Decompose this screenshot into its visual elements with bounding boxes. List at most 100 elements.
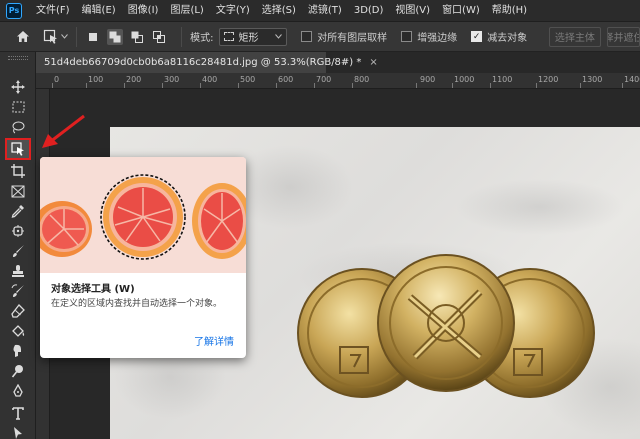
brush-tool[interactable] xyxy=(7,242,29,260)
ruler-label: 800 xyxy=(354,75,370,84)
document-tab[interactable]: 51d4deb66709d0cb0b6a8116c28481d.jpg @ 53… xyxy=(36,52,378,73)
tool-preset-picker[interactable] xyxy=(43,26,69,48)
home-button[interactable] xyxy=(12,25,33,49)
history-brush-tool[interactable] xyxy=(7,282,29,300)
checkbox-box xyxy=(301,31,313,42)
pen-tool[interactable] xyxy=(7,382,29,400)
frame-icon xyxy=(11,185,25,197)
object-selection-tool[interactable] xyxy=(5,138,31,160)
sample-all-layers-checkbox[interactable]: 对所有图层取样 xyxy=(301,29,387,44)
lasso-tool[interactable] xyxy=(7,118,29,136)
subtract-from-selection-button[interactable] xyxy=(129,29,145,45)
menu-view[interactable]: 视图(V) xyxy=(389,0,436,22)
path-selection-tool[interactable] xyxy=(7,424,29,439)
eyedropper-tool[interactable] xyxy=(7,202,29,220)
brush-icon xyxy=(13,245,24,257)
select-and-mask-button[interactable]: 选择并遮住... xyxy=(606,26,640,47)
menu-edit[interactable]: 编辑(E) xyxy=(76,0,122,22)
eraser-icon xyxy=(11,304,25,318)
tooltip-description: 在定义的区域内查找并自动选择一个对象。 xyxy=(51,299,223,309)
close-icon[interactable]: × xyxy=(369,57,377,68)
history-brush-icon xyxy=(11,284,24,297)
document-tab-bar: 51d4deb66709d0cb0b6a8116c28481d.jpg @ 53… xyxy=(36,52,640,73)
crop-tool[interactable] xyxy=(7,162,29,180)
paint-bucket-tool[interactable] xyxy=(7,322,29,340)
photoshop-window: Ps 文件(F) 编辑(E) 图像(I) 图层(L) 文字(Y) 选择(S) 滤… xyxy=(0,0,640,439)
menu-select[interactable]: 选择(S) xyxy=(256,0,302,22)
clone-stamp-tool[interactable] xyxy=(7,262,29,280)
mode-label: 模式: xyxy=(190,33,214,44)
ruler-label: 1400 xyxy=(624,75,640,84)
menu-file[interactable]: 文件(F) xyxy=(30,0,76,22)
dodge-icon xyxy=(11,365,23,378)
subtract-object-checkbox[interactable]: ✓ 减去对象 xyxy=(471,29,527,44)
healing-brush-icon xyxy=(12,225,24,237)
ruler-label: 1000 xyxy=(454,75,475,84)
object-selection-icon xyxy=(44,29,58,44)
spot-healing-tool[interactable] xyxy=(7,222,29,240)
menu-3d[interactable]: 3D(D) xyxy=(348,0,390,22)
paint-bucket-icon xyxy=(12,325,25,337)
menu-help[interactable]: 帮助(H) xyxy=(486,0,533,22)
menu-layer[interactable]: 图层(L) xyxy=(164,0,209,22)
chevron-down-icon xyxy=(275,34,283,39)
home-icon xyxy=(16,31,29,42)
eraser-tool[interactable] xyxy=(7,302,29,320)
smudge-tool[interactable] xyxy=(7,342,29,360)
tool-tooltip: 对象选择工具 (W) 在定义的区域内查找并自动选择一个对象。 了解详情 xyxy=(40,157,246,358)
tools-panel xyxy=(0,52,36,439)
chevron-down-icon xyxy=(61,34,69,39)
marquee-tool[interactable] xyxy=(7,98,29,116)
ruler-label: 0 xyxy=(54,75,60,84)
crop-icon xyxy=(11,164,25,178)
smudge-icon xyxy=(13,344,21,357)
eyedropper-icon xyxy=(11,205,24,218)
path-selection-icon xyxy=(14,427,22,439)
horizontal-ruler: 0 100 200 300 400 500 600 700 800 900 10… xyxy=(36,73,640,89)
new-selection-button[interactable] xyxy=(85,29,101,45)
object-selection-icon xyxy=(11,142,24,156)
ruler-label: 1300 xyxy=(582,75,603,84)
move-tool[interactable] xyxy=(7,78,29,96)
type-icon xyxy=(12,407,24,420)
panel-grip[interactable] xyxy=(8,56,28,60)
grapefruit-illustration xyxy=(40,157,246,273)
dodge-tool[interactable] xyxy=(7,362,29,380)
stamp-icon xyxy=(12,265,24,277)
ruler-label: 900 xyxy=(420,75,436,84)
tooltip-title: 对象选择工具 (W) xyxy=(51,284,135,295)
rectangular-marquee-icon xyxy=(12,101,24,113)
mode-value: 矩形 xyxy=(238,33,259,44)
app-logo[interactable]: Ps xyxy=(6,2,22,19)
ruler-label: 600 xyxy=(278,75,294,84)
frame-tool[interactable] xyxy=(7,182,29,200)
new-selection-icon xyxy=(89,32,98,41)
pen-icon xyxy=(13,384,23,397)
subtract-selection-icon xyxy=(131,31,144,43)
learn-more-link[interactable]: 了解详情 xyxy=(194,333,234,348)
rectangle-mode-icon xyxy=(224,32,235,41)
subtract-object-label: 减去对象 xyxy=(487,33,528,44)
intersect-selection-button[interactable] xyxy=(151,29,167,45)
menu-window[interactable]: 窗口(W) xyxy=(436,0,486,22)
enhance-edge-checkbox[interactable]: 增强边缘 xyxy=(401,29,457,44)
options-bar: 模式: 矩形 对所有图层取样 增强边缘 ✓ 减去对象 选择主体 选择并遮住... xyxy=(0,22,640,52)
checkbox-box xyxy=(401,31,413,42)
checkmark-icon: ✓ xyxy=(471,31,483,42)
select-subject-button[interactable]: 选择主体 xyxy=(549,26,601,47)
ruler-label: 500 xyxy=(240,75,256,84)
intersect-selection-icon xyxy=(153,30,166,43)
mode-select[interactable]: 矩形 xyxy=(219,27,288,46)
ruler-label: 700 xyxy=(316,75,332,84)
document-title: 51d4deb66709d0cb0b6a8116c28481d.jpg @ 53… xyxy=(44,57,362,68)
sample-all-layers-label: 对所有图层取样 xyxy=(317,33,388,44)
ruler-label: 200 xyxy=(126,75,142,84)
divider xyxy=(181,26,183,47)
menu-filter[interactable]: 滤镜(T) xyxy=(302,0,348,22)
ruler-label: 100 xyxy=(88,75,104,84)
ruler-label: 1100 xyxy=(492,75,513,84)
menu-image[interactable]: 图像(I) xyxy=(122,0,165,22)
add-to-selection-button[interactable] xyxy=(107,28,124,45)
type-tool[interactable] xyxy=(7,404,29,422)
menu-type[interactable]: 文字(Y) xyxy=(210,0,256,22)
